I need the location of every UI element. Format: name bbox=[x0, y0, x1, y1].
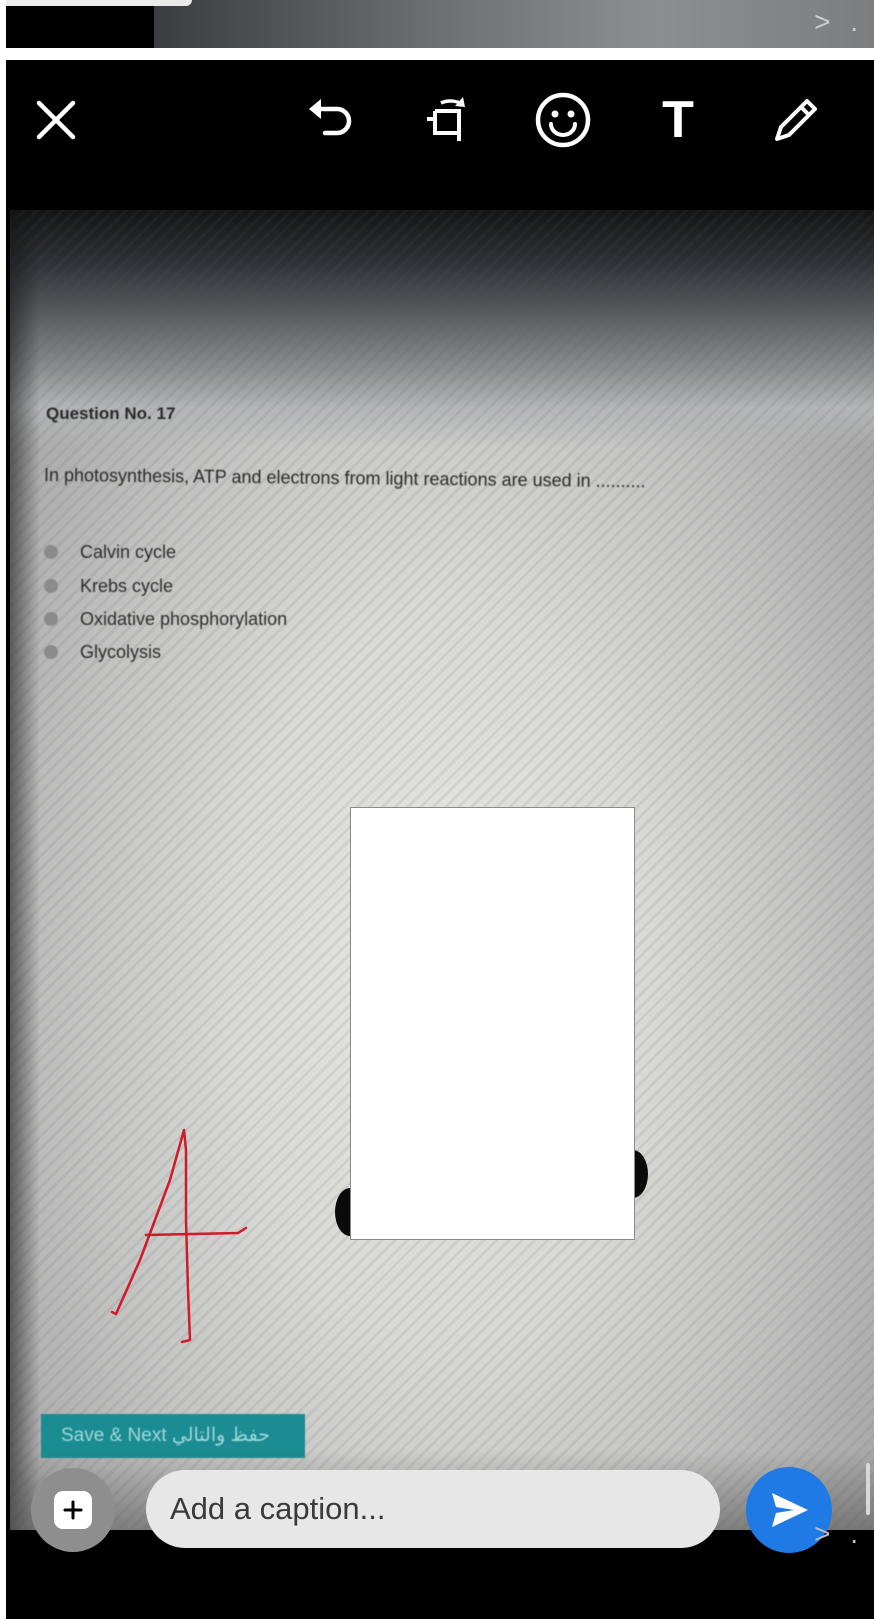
option-label: Krebs cycle bbox=[80, 575, 174, 596]
radio-icon bbox=[44, 645, 58, 659]
option-item: Calvin cycle bbox=[44, 540, 176, 564]
option-label: Oxidative phosphorylation bbox=[80, 608, 288, 629]
option-label: Glycolysis bbox=[80, 641, 162, 662]
radio-icon bbox=[44, 579, 58, 593]
close-icon bbox=[36, 100, 76, 140]
more-indicator: > . bbox=[814, 1518, 864, 1549]
caption-input[interactable] bbox=[146, 1470, 720, 1548]
more-indicator: > . bbox=[814, 6, 864, 37]
redaction-box bbox=[350, 807, 635, 1240]
photo-canvas[interactable]: Question No. 17 In photosynthesis, ATP a… bbox=[10, 210, 874, 1530]
pen-button[interactable] bbox=[764, 88, 828, 152]
handdrawn-letter-a bbox=[110, 1128, 248, 1344]
edge-shadow bbox=[10, 210, 40, 1530]
option-label: Calvin cycle bbox=[80, 541, 177, 562]
scrollbar[interactable] bbox=[866, 1463, 870, 1515]
pen-icon bbox=[775, 99, 817, 141]
plus-icon bbox=[54, 1491, 92, 1529]
question-number: Question No. 17 bbox=[46, 404, 176, 423]
crop-rotate-button[interactable] bbox=[416, 88, 480, 152]
text-tool-button[interactable]: T bbox=[646, 88, 710, 152]
option-item: Oxidative phosphorylation bbox=[44, 607, 287, 631]
emoji-icon bbox=[535, 92, 591, 148]
previous-screen-strip: > . bbox=[6, 0, 874, 48]
radio-icon bbox=[44, 612, 58, 626]
send-icon bbox=[772, 1493, 808, 1527]
previous-photo-preview bbox=[154, 0, 874, 48]
emoji-button[interactable] bbox=[531, 88, 595, 152]
undo-icon bbox=[309, 99, 352, 136]
radio-icon bbox=[44, 545, 58, 559]
text-tool-label: T bbox=[662, 91, 694, 149]
undo-button[interactable] bbox=[300, 88, 364, 152]
option-item: Krebs cycle bbox=[44, 574, 173, 598]
crop-rotate-icon bbox=[427, 97, 465, 141]
caption-bar bbox=[6, 1450, 874, 1560]
close-button[interactable] bbox=[24, 88, 88, 152]
add-media-button[interactable] bbox=[31, 1468, 115, 1552]
previous-screen-notch bbox=[6, 0, 192, 6]
option-item: Glycolysis bbox=[44, 640, 161, 664]
image-editor: T Question No. 17 In photosynthesis, ATP… bbox=[6, 60, 874, 1619]
